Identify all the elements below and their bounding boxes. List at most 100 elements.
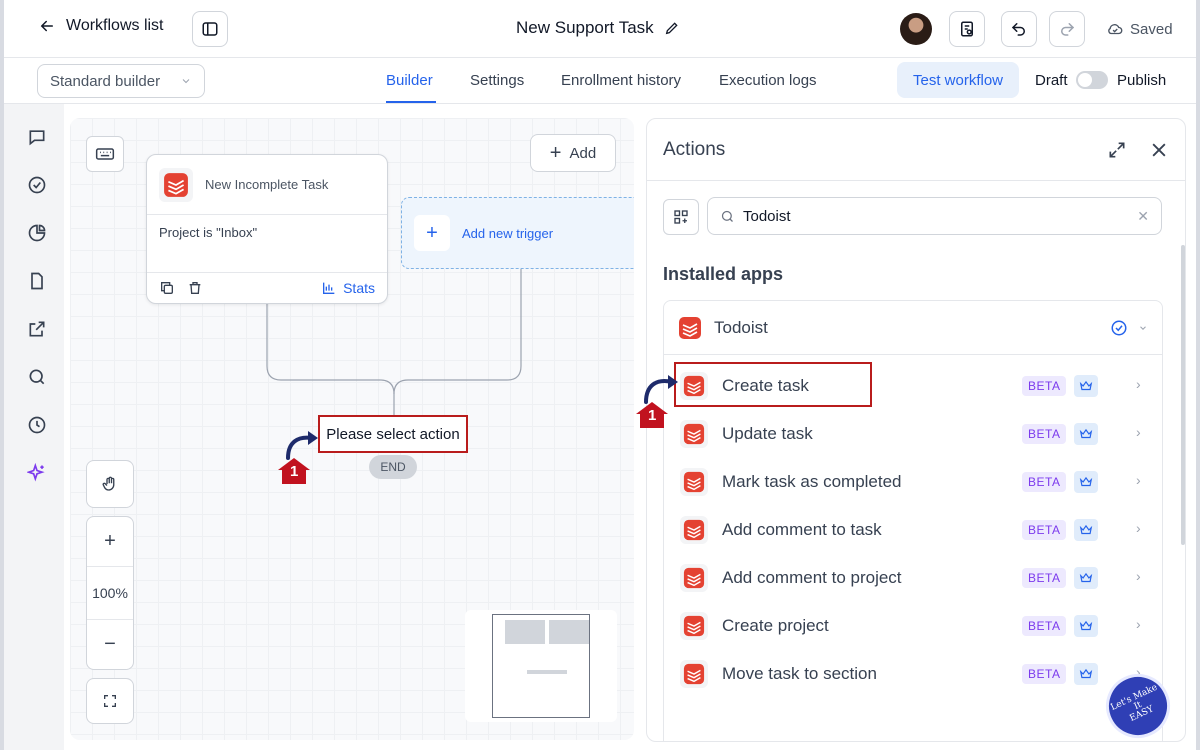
saved-label: Saved	[1130, 20, 1173, 38]
step-marker-number: 1	[290, 463, 299, 480]
stats-button[interactable]: Stats	[321, 280, 375, 296]
toggle-sidebar-button[interactable]	[192, 11, 228, 47]
action-item[interactable]: Mark task as completed BETA ›	[680, 462, 1150, 502]
trash-icon[interactable]	[187, 280, 203, 296]
app-name: Todoist	[714, 317, 768, 337]
crown-icon	[1074, 663, 1098, 685]
todoist-logo-icon	[159, 167, 193, 202]
action-item[interactable]: Update task BETA ›	[680, 414, 1150, 454]
trigger-header: New Incomplete Task	[147, 155, 387, 215]
crown-icon	[1074, 423, 1098, 445]
clipboard-check-icon	[961, 21, 973, 37]
workflow-title[interactable]: New Support Task	[516, 18, 680, 38]
actions-search-input[interactable]: Todoist ✕	[707, 197, 1162, 235]
trigger-card[interactable]: New Incomplete Task Project is "Inbox" S…	[146, 154, 388, 304]
minimap[interactable]	[465, 610, 617, 722]
draft-label: Draft	[1035, 72, 1068, 89]
builder-type-select[interactable]: Standard builder	[37, 64, 205, 98]
action-label: Add comment to project	[722, 568, 902, 587]
todoist-logo-icon	[680, 420, 708, 448]
installed-apps-heading: Installed apps	[663, 264, 784, 284]
back-to-workflows-link[interactable]: Workflows list	[38, 17, 164, 35]
beta-badge: BETA	[1022, 616, 1067, 636]
end-node: END	[369, 455, 417, 479]
document-icon[interactable]	[26, 270, 48, 292]
tab-builder[interactable]: Builder	[386, 72, 433, 89]
zoom-in-button[interactable]: +	[87, 517, 133, 567]
todoist-logo-icon	[680, 468, 708, 496]
close-icon[interactable]	[1149, 140, 1169, 160]
hand-icon	[102, 476, 115, 491]
expand-icon	[104, 695, 116, 707]
todoist-app-header[interactable]: Todoist	[664, 301, 1162, 355]
minimap-node	[549, 620, 589, 644]
tab-enrollment-history[interactable]: Enrollment history	[561, 72, 681, 89]
fit-view-button[interactable]	[86, 678, 134, 724]
stats-label: Stats	[343, 280, 375, 296]
select-action-node[interactable]: Please select action	[318, 415, 468, 453]
chat-icon[interactable]	[26, 126, 48, 148]
workflow-canvas[interactable]: + Add New Incomplete Task Project is "In…	[70, 118, 634, 740]
clear-search-icon[interactable]: ✕	[1137, 208, 1149, 225]
trigger-title: New Incomplete Task	[205, 177, 329, 192]
step-marker-arrow-icon	[636, 375, 678, 428]
todoist-logo-icon	[680, 564, 708, 592]
sparkles-icon[interactable]	[26, 462, 48, 484]
add-trigger-label: Add new trigger	[462, 225, 554, 241]
tab-execution-logs[interactable]: Execution logs	[719, 72, 817, 89]
action-item[interactable]: Add comment to project BETA ›	[680, 558, 1150, 598]
zoom-out-button[interactable]: −	[87, 619, 133, 669]
verified-check-icon	[1111, 320, 1127, 335]
minimap-node	[505, 620, 545, 644]
sidebar-icon	[202, 22, 218, 36]
actions-panel-title: Actions	[663, 138, 726, 160]
redo-icon	[1061, 23, 1075, 36]
chevron-down-icon	[1140, 325, 1146, 330]
pie-chart-icon[interactable]	[26, 222, 48, 244]
active-tab-indicator	[386, 101, 436, 103]
left-rail	[4, 104, 64, 750]
action-item[interactable]: Move task to section BETA ›	[680, 654, 1150, 694]
action-label: Create project	[722, 616, 829, 635]
user-avatar[interactable]	[900, 13, 932, 45]
crown-icon	[1074, 471, 1098, 493]
beta-badge: BETA	[1022, 664, 1067, 684]
pan-tool-button[interactable]	[86, 460, 134, 508]
beta-badge: BETA	[1022, 424, 1067, 444]
search-icon[interactable]	[26, 366, 48, 388]
add-new-trigger-button[interactable]: + Add new trigger	[401, 197, 634, 269]
save-status: Saved	[1106, 20, 1173, 38]
top-bar: Workflows list New Support Task Saved	[4, 0, 1196, 58]
external-link-icon[interactable]	[26, 318, 48, 340]
action-item[interactable]: Add comment to task BETA ›	[680, 510, 1150, 550]
builder-select-value: Standard builder	[50, 72, 161, 90]
action-label: Update task	[722, 424, 813, 443]
expand-icon[interactable]	[1107, 140, 1127, 160]
notes-button[interactable]	[949, 11, 985, 47]
test-workflow-button[interactable]: Test workflow	[897, 62, 1019, 98]
app-grid-button[interactable]	[663, 199, 699, 235]
check-circle-icon[interactable]	[26, 174, 48, 196]
beta-badge: BETA	[1022, 376, 1067, 396]
publish-toggle[interactable]	[1076, 71, 1108, 89]
action-item[interactable]: Create project BETA ›	[680, 606, 1150, 646]
panel-scrollbar[interactable]	[1181, 245, 1185, 545]
action-label: Mark task as completed	[722, 472, 902, 491]
chevron-right-icon: ›	[1136, 376, 1141, 392]
copy-icon[interactable]	[159, 280, 175, 296]
action-label: Move task to section	[722, 664, 877, 683]
zoom-level: 100%	[92, 585, 128, 601]
undo-icon	[1011, 23, 1025, 36]
sub-bar: Standard builder Builder Settings Enroll…	[4, 58, 1196, 104]
redo-button[interactable]	[1049, 11, 1085, 47]
arrow-left-icon	[40, 20, 53, 32]
grid-icon	[674, 210, 688, 224]
undo-button[interactable]	[1001, 11, 1037, 47]
tab-settings[interactable]: Settings	[470, 72, 524, 89]
history-icon[interactable]	[26, 414, 48, 436]
pencil-icon[interactable]	[664, 20, 680, 36]
crown-icon	[1074, 519, 1098, 541]
crown-icon	[1074, 615, 1098, 637]
beta-badge: BETA	[1022, 568, 1067, 588]
search-icon	[721, 210, 733, 222]
